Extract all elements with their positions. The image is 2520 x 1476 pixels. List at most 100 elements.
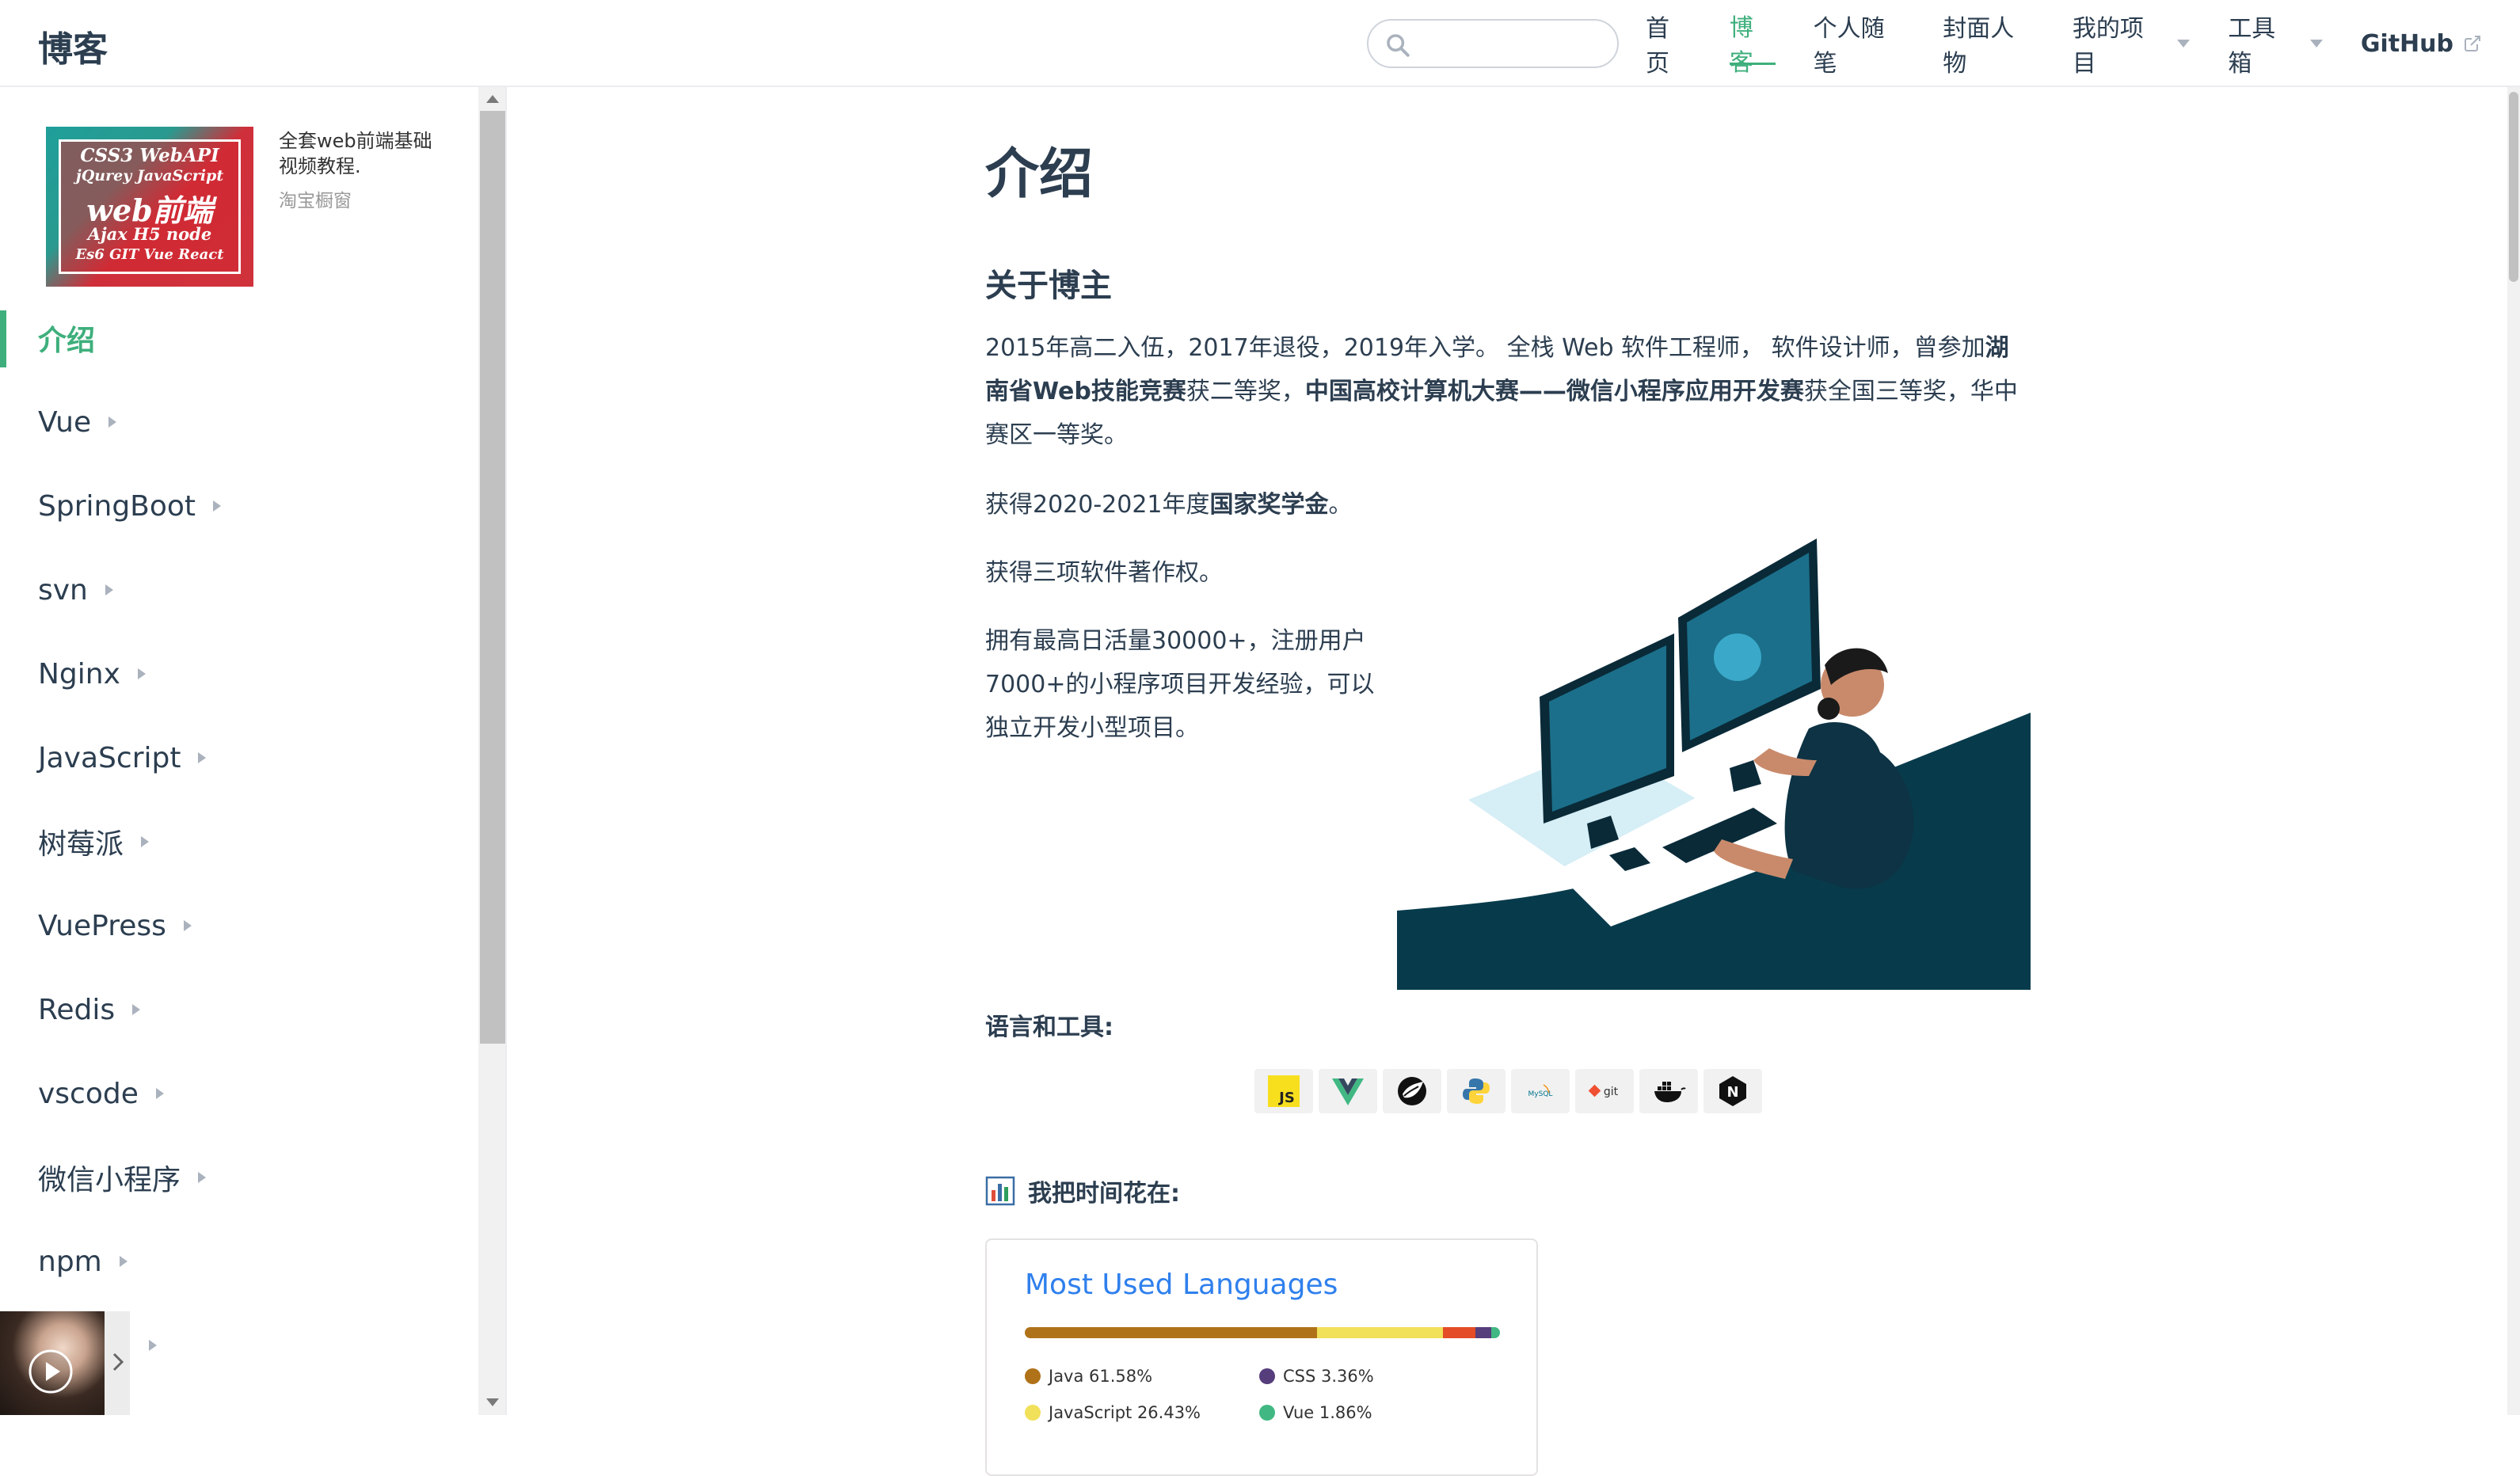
chevron-down-icon <box>2309 40 2323 48</box>
badge-mysql[interactable]: MySQL <box>1511 1069 1570 1113</box>
sidebar-item-label: JavaScript <box>38 741 181 774</box>
languages-progress-bar <box>1025 1327 1500 1338</box>
copyright-paragraph: 获得三项软件著作权。 <box>985 559 1223 587</box>
badge-spring[interactable] <box>1383 1069 1441 1113</box>
nav-blog[interactable]: 博客 <box>1729 14 1776 77</box>
nav-home[interactable]: 首页 <box>1646 15 1692 78</box>
legend-dot-css <box>1259 1368 1275 1384</box>
git-badge-text: git <box>1604 1086 1619 1098</box>
sidebar-item-label: SpringBoot <box>38 489 196 523</box>
legend-label-java: Java 61.58% <box>1049 1367 1153 1386</box>
sidebar-item-javascript[interactable]: JavaScript <box>0 716 475 800</box>
sidebar-item-label: 介绍 <box>38 325 96 357</box>
badge-git[interactable]: git <box>1575 1069 1634 1113</box>
intro-text: 获二等奖， <box>1186 378 1305 405</box>
ad-line: Ajax H5 node <box>87 224 212 244</box>
sidebar-item-wechat-miniprogram[interactable]: 微信小程序 <box>0 1136 475 1219</box>
intro-award-2: 中国高校计算机大赛——微信小程序应用开发赛 <box>1304 378 1804 405</box>
sidebar-item-vscode[interactable]: vscode <box>0 1052 475 1136</box>
legend-label-javascript: JavaScript 26.43% <box>1049 1403 1201 1422</box>
vue-icon <box>1332 1078 1364 1105</box>
ad-image[interactable]: CSS3 WebAPI jQurey JavaScript web前端 Ajax… <box>46 127 253 287</box>
mysql-icon: MySQL <box>1528 1084 1552 1098</box>
scroll-up-arrow-icon[interactable] <box>486 95 499 103</box>
scholarship-text: 获得2020-2021年度 <box>985 491 1210 519</box>
lang-segment-vue <box>1490 1327 1500 1338</box>
chevron-right-icon <box>198 752 207 763</box>
nginx-icon: N <box>1719 1076 1746 1106</box>
scroll-down-arrow-icon[interactable] <box>486 1398 499 1406</box>
search-input[interactable] <box>1367 19 1619 68</box>
sidebar-item-label: 树莓派 <box>38 828 124 861</box>
nav-my-projects-label: 我的项目 <box>2072 15 2144 78</box>
legend-item-vue: Vue 1.86% <box>1259 1403 1372 1422</box>
badge-docker[interactable] <box>1639 1069 1698 1113</box>
sidebar-item-redis[interactable]: Redis <box>0 968 475 1052</box>
languages-card-title: Most Used Languages <box>1025 1269 1338 1301</box>
chevron-right-icon <box>105 584 113 595</box>
nav-blog-label: 博客 <box>1729 13 1753 77</box>
intro-paragraph: 2015年高二入伍，2017年退役，2019年入学。 全栈 Web 软件工程师，… <box>985 326 2031 457</box>
sidebar-item-label: npm <box>38 1245 102 1278</box>
badge-nginx[interactable]: N <box>1703 1069 1762 1113</box>
about-heading: 关于博主 <box>985 268 1112 304</box>
nginx-badge-text: N <box>1726 1084 1738 1101</box>
ad-frame: CSS3 WebAPI jQurey JavaScript web前端 Ajax… <box>59 139 241 274</box>
nav-essays[interactable]: 个人随笔 <box>1814 15 1905 78</box>
sidebar-item-vue[interactable]: Vue <box>0 380 475 464</box>
javascript-badge-text: JS <box>1277 1090 1295 1106</box>
chevron-right-icon <box>198 1172 207 1183</box>
legend-dot-javascript <box>1025 1405 1041 1421</box>
tool-badges: JS MySQL git N <box>1254 1069 1768 1113</box>
most-used-languages-card: Most Used Languages Java 61.58% CSS 3.36… <box>985 1238 1538 1476</box>
lang-segment-javascript <box>1317 1327 1444 1338</box>
badge-vue[interactable] <box>1319 1069 1377 1113</box>
nav-essays-label: 个人随笔 <box>1813 15 1885 78</box>
nav-github-link[interactable]: GitHub <box>2361 21 2482 66</box>
chevron-down-icon <box>2177 40 2191 48</box>
sidebar-item-raspberry-pi[interactable]: 树莓派 <box>0 800 475 884</box>
legend-item-css: CSS 3.36% <box>1259 1367 1374 1386</box>
play-icon[interactable] <box>27 1348 74 1395</box>
ad-banner[interactable]: CSS3 WebAPI jQurey JavaScript web前端 Ajax… <box>46 127 253 287</box>
site-name[interactable]: 博客 <box>38 21 108 71</box>
legend-dot-java <box>1025 1368 1041 1384</box>
nav-toolbox-dropdown[interactable]: 工具箱 <box>2228 15 2323 78</box>
sidebar-item-intro[interactable]: 介绍 <box>0 296 475 380</box>
lang-segment-html <box>1443 1327 1475 1338</box>
music-player-widget[interactable] <box>0 1311 130 1415</box>
chevron-right-icon <box>108 417 117 428</box>
sidebar-item-label: vscode <box>38 1077 139 1110</box>
sidebar-item-nginx[interactable]: Nginx <box>0 632 475 716</box>
sidebar-item-label: VuePress <box>38 909 166 942</box>
sidebar-item-svn[interactable]: svn <box>0 548 475 632</box>
lang-segment-java <box>1025 1327 1318 1338</box>
bar-chart-icon <box>985 1176 1015 1206</box>
sidebar-item-springboot[interactable]: SpringBoot <box>0 464 475 548</box>
nav-links: 首页 博客 个人随笔 封面人物 我的项目 工具箱 GitHub <box>1646 0 2520 87</box>
chevron-right-icon[interactable] <box>109 1346 127 1378</box>
sidebar-item-npm[interactable]: npm <box>0 1219 475 1303</box>
badge-javascript[interactable]: JS <box>1254 1069 1313 1113</box>
chevron-right-icon <box>141 836 150 847</box>
page-scrollbar[interactable] <box>2507 87 2520 1415</box>
sidebar-item-label: Vue <box>38 405 92 439</box>
tools-heading: 语言和工具: <box>985 1014 1113 1041</box>
legend-item-java: Java 61.58% <box>1025 1367 1152 1386</box>
git-icon: git <box>1588 1084 1619 1098</box>
sidebar: CSS3 WebAPI jQurey JavaScript web前端 Ajax… <box>0 87 507 1415</box>
page-scrollbar-thumb[interactable] <box>2509 92 2518 282</box>
nav-cover-people[interactable]: 封面人物 <box>1943 15 2035 78</box>
intro-text: 2015年高二入伍，2017年退役，2019年入学。 全栈 Web 软件工程师，… <box>985 334 1985 362</box>
sidebar-scrollbar-thumb[interactable] <box>480 111 505 1044</box>
badge-python[interactable] <box>1447 1069 1506 1113</box>
nav-github-label: GitHub <box>2360 29 2453 58</box>
nav-my-projects-dropdown[interactable]: 我的项目 <box>2073 15 2191 78</box>
nav-home-label: 首页 <box>1646 15 1669 78</box>
ad-description[interactable]: 全套web前端基础视频教程. <box>279 128 445 179</box>
sidebar-nav: 介绍 Vue SpringBoot svn Nginx JavaScript 树… <box>0 296 475 1387</box>
legend-label-css: CSS 3.36% <box>1283 1367 1374 1386</box>
ad-line: jQurey JavaScript <box>75 167 224 184</box>
sidebar-item-label: Nginx <box>38 657 120 690</box>
sidebar-item-vuepress[interactable]: VuePress <box>0 884 475 968</box>
